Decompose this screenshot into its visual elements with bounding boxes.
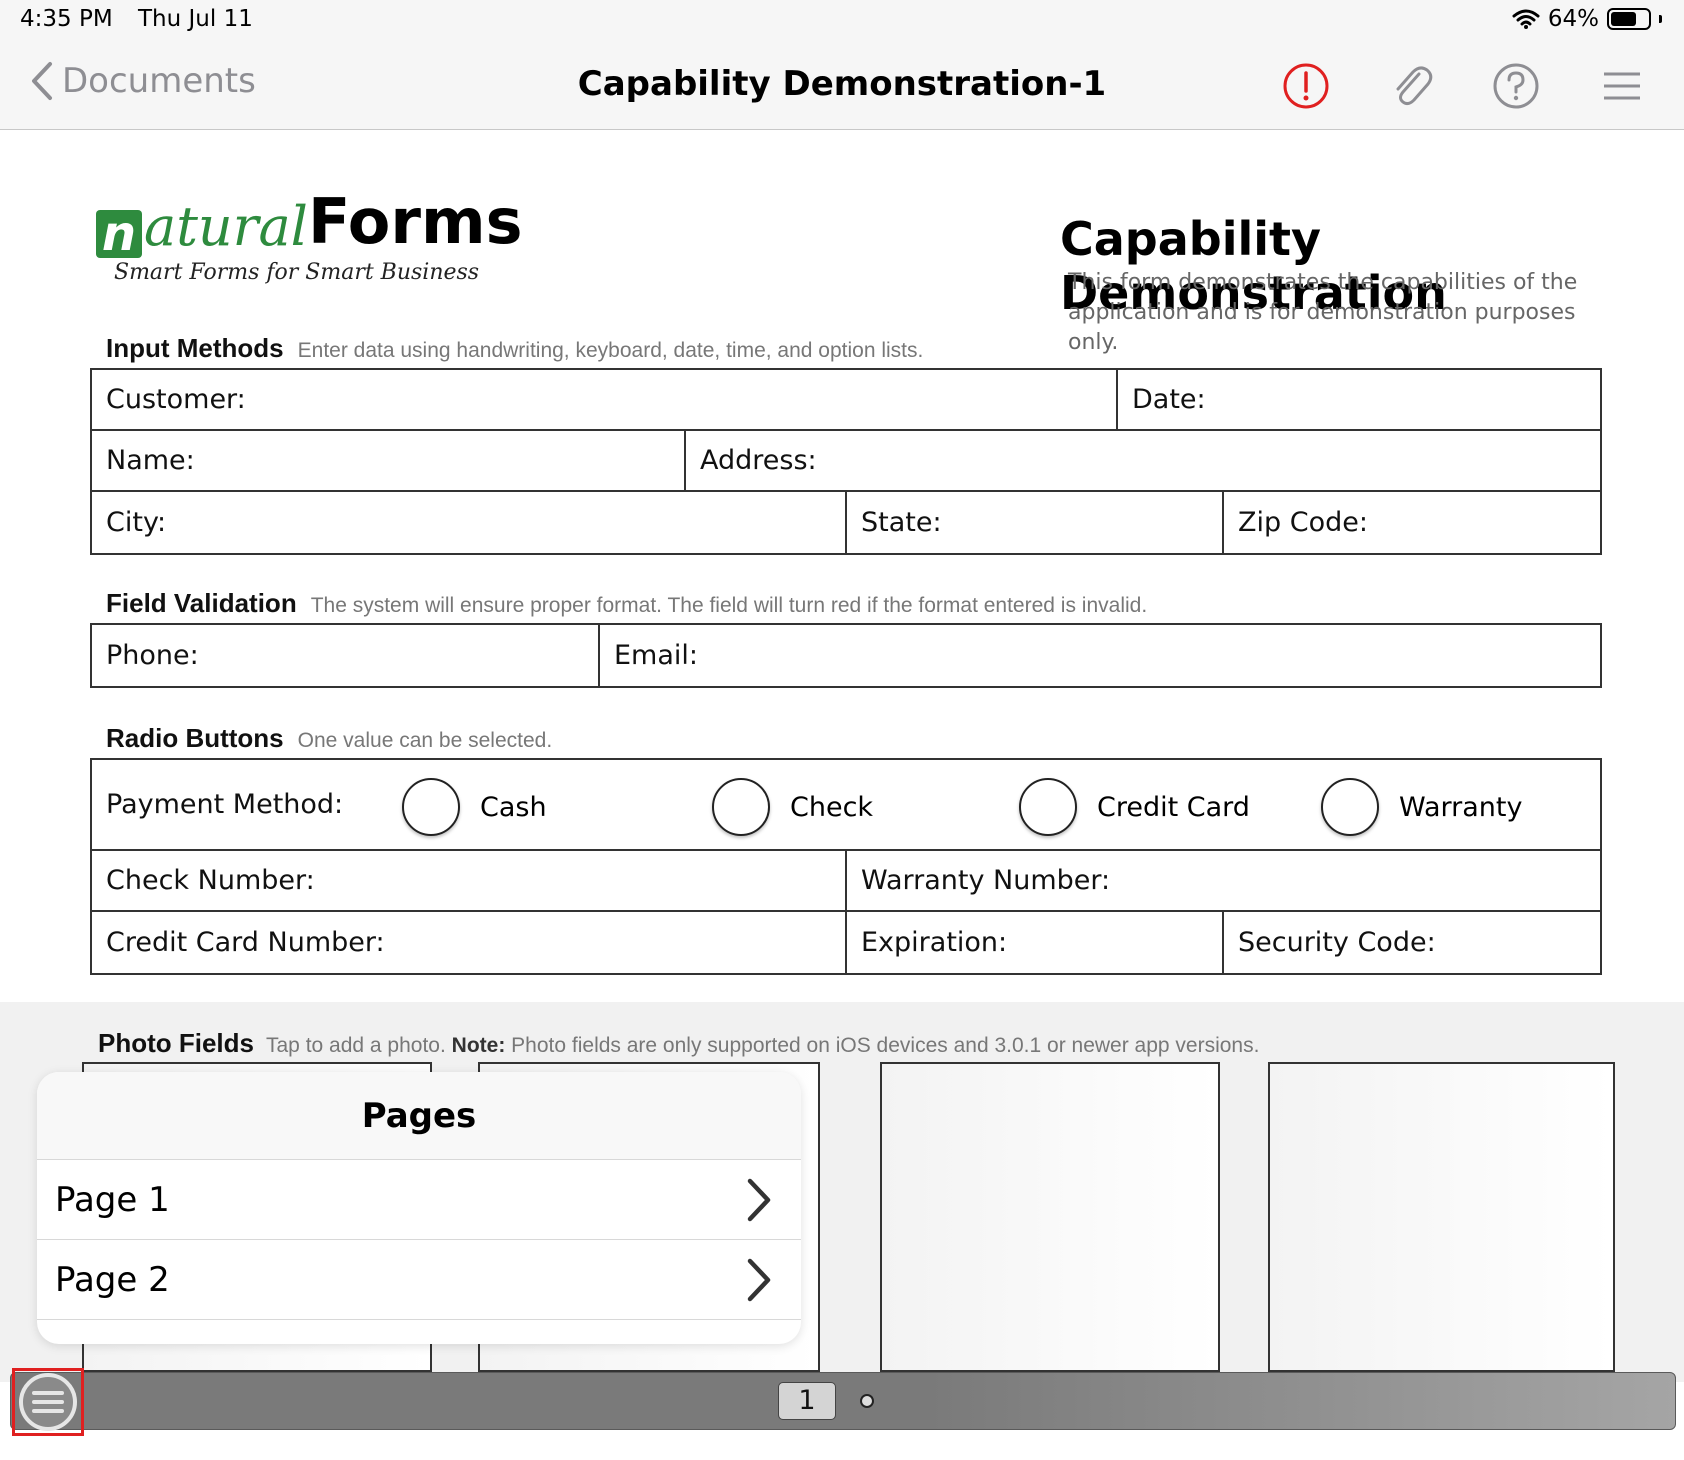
hint-prefix: Tap to add a photo. bbox=[266, 1034, 446, 1057]
address-field[interactable]: Address: bbox=[686, 431, 1600, 490]
menu-icon[interactable] bbox=[1598, 62, 1646, 110]
section-title: Input Methods bbox=[106, 333, 284, 363]
address-label: Address: bbox=[700, 445, 817, 476]
security-code-label: Security Code: bbox=[1238, 927, 1436, 958]
check-number-label: Check Number: bbox=[106, 865, 315, 896]
state-label: State: bbox=[861, 507, 942, 538]
wifi-icon bbox=[1512, 9, 1540, 29]
section-title: Photo Fields bbox=[98, 1028, 254, 1058]
customer-field[interactable]: Customer: bbox=[92, 370, 1118, 429]
name-field[interactable]: Name: bbox=[92, 431, 686, 490]
section-heading-field-validation: Field Validation The system will ensure … bbox=[106, 588, 1147, 619]
warranty-number-field[interactable]: Warranty Number: bbox=[847, 851, 1600, 910]
list-menu-icon bbox=[19, 1373, 77, 1431]
radio-label: Warranty bbox=[1399, 791, 1523, 823]
section-heading-photo-fields: Photo Fields Tap to add a photo. Note: P… bbox=[98, 1028, 1259, 1059]
field-validation-table: Phone: Email: bbox=[90, 623, 1602, 688]
payment-method-label: Payment Method: bbox=[106, 789, 344, 820]
page-dot[interactable] bbox=[860, 1394, 874, 1408]
page-label: Page 2 bbox=[55, 1259, 170, 1300]
radio-button[interactable] bbox=[712, 778, 770, 836]
section-hint: Tap to add a photo. Note: Photo fields a… bbox=[266, 1034, 1259, 1058]
radio-buttons-table: Payment Method: Cash Check Credit Card W… bbox=[90, 758, 1602, 975]
email-label: Email: bbox=[614, 640, 699, 671]
zip-code-field[interactable]: Zip Code: bbox=[1224, 492, 1600, 553]
navigation-bar: Documents Capability Demonstration-1 bbox=[0, 44, 1684, 130]
radio-option-cash[interactable]: Cash bbox=[402, 778, 547, 836]
paperclip-icon[interactable] bbox=[1388, 62, 1436, 110]
section-hint: One value can be selected. bbox=[297, 729, 553, 752]
status-bar: 4:35 PM Thu Jul 11 64% bbox=[0, 0, 1684, 44]
customer-label: Customer: bbox=[106, 384, 246, 415]
logo-script: atural bbox=[144, 195, 308, 258]
expiration-field[interactable]: Expiration: bbox=[847, 912, 1224, 973]
radio-option-check[interactable]: Check bbox=[712, 778, 873, 836]
section-title: Radio Buttons bbox=[106, 723, 284, 753]
name-label: Name: bbox=[106, 445, 195, 476]
chevron-left-icon bbox=[32, 62, 52, 100]
section-heading-input-methods: Input Methods Enter data using handwriti… bbox=[106, 333, 923, 364]
city-label: City: bbox=[106, 507, 167, 538]
security-code-field[interactable]: Security Code: bbox=[1224, 912, 1600, 973]
logo-tagline: Smart Forms for Smart Business bbox=[114, 260, 480, 285]
status-time: 4:35 PM bbox=[20, 6, 113, 32]
section-hint: The system will ensure proper format. Th… bbox=[310, 594, 1148, 617]
page-menu-button[interactable] bbox=[12, 1368, 84, 1436]
photo-field[interactable] bbox=[1268, 1062, 1615, 1372]
alert-icon[interactable] bbox=[1282, 62, 1330, 110]
status-date: Thu Jul 11 bbox=[138, 6, 253, 32]
chevron-right-icon bbox=[747, 1258, 771, 1301]
radio-label: Credit Card bbox=[1097, 791, 1250, 823]
radio-label: Cash bbox=[480, 791, 547, 823]
radio-option-credit-card[interactable]: Credit Card bbox=[1019, 778, 1250, 836]
section-title: Field Validation bbox=[106, 588, 297, 618]
status-indicators: 64% bbox=[1512, 6, 1662, 32]
radio-button[interactable] bbox=[1321, 778, 1379, 836]
page-label: Page 1 bbox=[55, 1179, 170, 1220]
logo-letter: n bbox=[96, 210, 142, 258]
battery-percent: 64% bbox=[1547, 6, 1599, 32]
battery-icon bbox=[1607, 8, 1651, 30]
pages-title: Pages bbox=[37, 1072, 801, 1160]
radio-button[interactable] bbox=[402, 778, 460, 836]
form-description: This form demonstrates the capabilities … bbox=[1068, 270, 1578, 355]
input-methods-table: Customer: Date: Name: Address: City: Sta… bbox=[90, 368, 1602, 555]
current-page-indicator[interactable]: 1 bbox=[778, 1382, 836, 1420]
pages-popover: Pages Page 1 Page 2 bbox=[37, 1072, 801, 1344]
back-label: Documents bbox=[62, 61, 256, 101]
page-list-item-1[interactable]: Page 1 bbox=[37, 1160, 801, 1240]
natural-forms-logo: n atural Forms Smart Forms for Smart Busin… bbox=[96, 185, 522, 285]
note-label: Note: bbox=[451, 1034, 506, 1057]
zip-code-label: Zip Code: bbox=[1238, 507, 1368, 538]
email-field[interactable]: Email: bbox=[600, 625, 1600, 686]
credit-card-number-label: Credit Card Number: bbox=[106, 927, 385, 958]
chevron-right-icon bbox=[747, 1178, 771, 1221]
check-number-field[interactable]: Check Number: bbox=[92, 851, 847, 910]
back-button[interactable]: Documents bbox=[30, 60, 256, 102]
date-label: Date: bbox=[1132, 384, 1206, 415]
date-field[interactable]: Date: bbox=[1118, 370, 1600, 429]
bottom-toolbar bbox=[10, 1372, 1676, 1430]
expiration-label: Expiration: bbox=[861, 927, 1008, 958]
photo-field[interactable] bbox=[880, 1062, 1220, 1372]
radio-option-warranty[interactable]: Warranty bbox=[1321, 778, 1522, 836]
credit-card-number-field[interactable]: Credit Card Number: bbox=[92, 912, 847, 973]
hint-suffix: Photo fields are only supported on iOS d… bbox=[511, 1034, 1260, 1057]
section-hint: Enter data using handwriting, keyboard, … bbox=[297, 339, 924, 362]
phone-label: Phone: bbox=[106, 640, 199, 671]
warranty-number-label: Warranty Number: bbox=[861, 865, 1111, 896]
phone-field[interactable]: Phone: bbox=[92, 625, 600, 686]
radio-label: Check bbox=[790, 791, 874, 823]
state-field[interactable]: State: bbox=[847, 492, 1224, 553]
battery-tip bbox=[1659, 15, 1662, 23]
page-list-item-2[interactable]: Page 2 bbox=[37, 1240, 801, 1320]
radio-button[interactable] bbox=[1019, 778, 1077, 836]
city-field[interactable]: City: bbox=[92, 492, 847, 553]
section-heading-radio-buttons: Radio Buttons One value can be selected. bbox=[106, 723, 552, 754]
help-icon[interactable] bbox=[1492, 62, 1540, 110]
logo-brand: Forms bbox=[307, 185, 523, 258]
